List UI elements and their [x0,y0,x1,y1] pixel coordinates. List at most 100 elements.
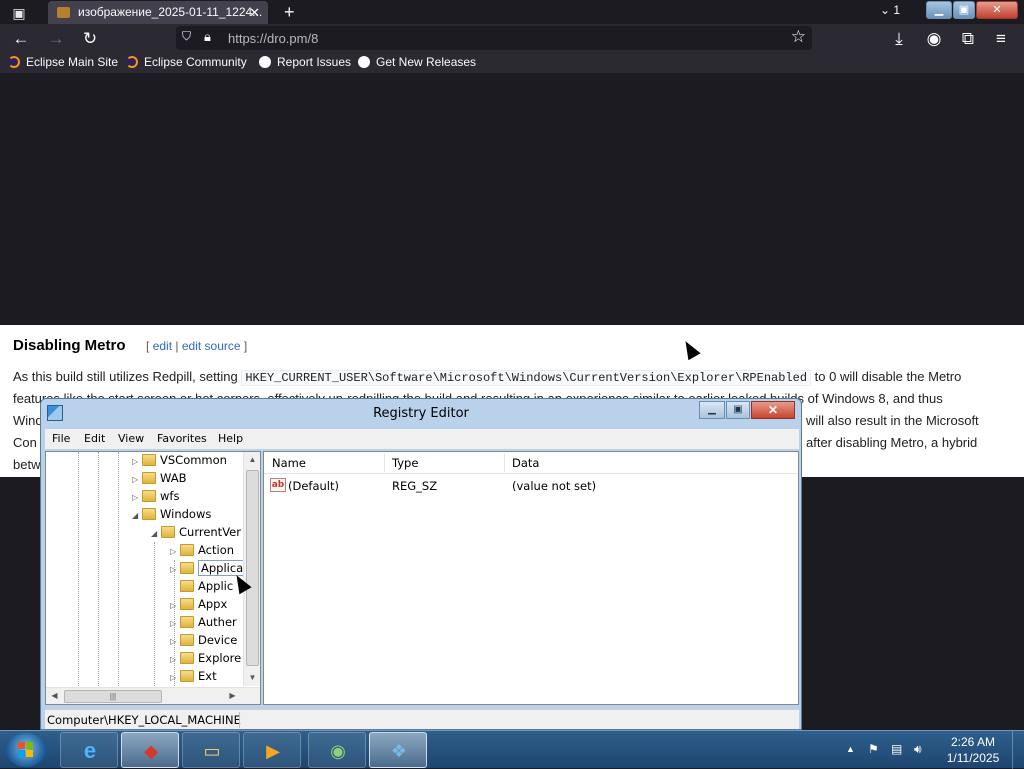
menu-file[interactable]: File [52,432,70,445]
paragraph-line-3-left: Wind [13,413,43,428]
collapse-arrow-icon[interactable]: ◢ [151,529,161,538]
tree-item[interactable]: ▷ Explore [170,651,241,669]
menu-favorites[interactable]: Favorites [157,432,207,445]
scroll-up-arrow-icon[interactable]: ▲ [244,452,260,468]
registry-value-row[interactable]: ab (Default) REG_SZ (value not set) [264,478,798,496]
3d-builder-icon: ◆ [144,741,158,761]
menu-help[interactable]: Help [218,432,243,445]
scroll-down-arrow-icon[interactable]: ▼ [244,670,260,686]
tree-item[interactable]: ▷ Device [170,633,237,651]
edit-source-link[interactable]: edit source [182,339,241,353]
registry-tree-pane[interactable]: ▷ VSCommon ▷ WAB ▷ wfs ◢ Windows ◢ CurrentVer… [45,451,261,705]
tree-item[interactable]: ▷ VSCommon [132,453,227,471]
registry-editor-window[interactable]: Registry Editor ▁ ▣ ✕ File Edit View Fav… [40,398,802,730]
expand-arrow-icon[interactable]: ▷ [170,601,180,610]
url-bar[interactable]: ⛉ 🔒︎ https://dro.pm/8 ☆ [176,26,812,50]
lock-icon[interactable]: 🔒︎ [204,29,211,45]
paragraph-line-4-left: Con [13,435,37,450]
registry-editor-titlebar[interactable]: Registry Editor ▁ ▣ ✕ [41,399,801,429]
folder-icon: ▭ [203,741,221,761]
bookmark-star-icon[interactable]: ☆ [791,27,806,47]
bookmark-label: Report Issues [277,55,352,69]
system-clock[interactable]: 2:26 AM 1/11/2025 [942,734,1004,766]
tray-overflow-arrow-icon[interactable]: ▲ [846,744,855,754]
expand-arrow-icon[interactable]: ▷ [170,619,180,628]
bookmark-eclipse-community[interactable]: Eclipse Community [126,55,247,69]
taskbar-media-player[interactable]: ▶ [243,732,301,768]
tree-item[interactable]: ▷ Action [170,543,234,561]
column-divider[interactable] [504,454,505,472]
scroll-left-arrow-icon[interactable]: ◀ [46,688,63,704]
tree-item[interactable]: ◢ Windows [132,507,211,525]
shield-icon[interactable]: ⛉ [182,29,191,44]
back-arrow-icon[interactable]: ← [10,28,32,50]
tab-list-icon[interactable]: ▣ [8,4,30,22]
expand-arrow-icon[interactable]: ▷ [132,493,142,502]
tab-overflow-indicator[interactable]: ⌄ 1 [880,3,900,17]
column-name-header[interactable]: Name [272,456,306,470]
expand-arrow-icon[interactable]: ▷ [170,565,180,574]
bookmark-report-issues[interactable]: Report Issues [259,55,351,69]
close-window-button[interactable]: ✕ [976,1,1018,19]
taskbar-3d-app[interactable]: ◆ [121,732,179,768]
maximize-window-button[interactable]: ▣ [953,1,975,19]
windows-taskbar: e ◆ ▭ ▶ ◉ ❖ ▲ ⚑ ▤ 🔊︎ 2:26 AM 1/11/2025 [0,730,1024,769]
tree-item[interactable]: ▷ wfs [132,489,179,507]
column-type-header[interactable]: Type [392,456,418,470]
tree-item[interactable]: Applic [170,579,233,597]
tree-item[interactable]: ▷ Appx [170,597,227,615]
tree-item[interactable]: ▷ Auther [170,615,237,633]
edit-link[interactable]: edit [153,339,172,353]
minimize-window-button[interactable]: ▁ [926,1,952,19]
tree-horizontal-scrollbar[interactable]: ◀ ||| ▶ [46,687,260,704]
tab-close-icon[interactable]: ✕ [249,1,260,24]
menu-view[interactable]: View [118,432,144,445]
menu-edit[interactable]: Edit [84,432,105,445]
browser-tab-active[interactable]: изображение_2025-01-11_1224... ✕ [48,1,268,24]
account-icon[interactable]: ◉ [923,28,945,50]
hamburger-menu-icon[interactable]: ≡ [990,28,1012,50]
paragraph-line-5-left: betw [13,457,41,472]
show-desktop-button[interactable] [1012,731,1024,769]
expand-arrow-icon[interactable]: ▷ [132,457,142,466]
expand-arrow-icon[interactable]: ▷ [132,475,142,484]
taskbar-registry-editor[interactable]: ❖ [369,732,427,768]
expand-arrow-icon[interactable]: ▷ [170,655,180,664]
expand-arrow-icon[interactable]: ▷ [170,673,180,682]
tree-item[interactable]: ▷ Ext [170,669,217,687]
tree-item[interactable]: ▷ WAB [132,471,187,489]
chevron-down-icon: ⌄ [880,3,891,17]
taskbar-internet-explorer[interactable]: e [60,732,118,768]
reg-close-button[interactable]: ✕ [751,401,795,419]
extensions-icon[interactable]: ⧉ [957,28,979,50]
download-icon[interactable]: ⤓ [888,28,910,50]
collapse-arrow-icon[interactable]: ◢ [132,511,142,520]
scroll-right-arrow-icon[interactable]: ▶ [224,688,241,704]
new-tab-button[interactable]: + [284,1,295,23]
url-text[interactable]: https://dro.pm/8 [228,31,318,46]
scrollbar-thumb[interactable]: ||| [64,690,162,703]
column-divider[interactable] [384,454,385,472]
paragraph-text: As this build still utilizes Redpill, se… [13,369,238,384]
status-divider [239,712,240,728]
expand-arrow-icon[interactable]: ▷ [170,637,180,646]
reg-minimize-button[interactable]: ▁ [699,401,725,419]
bookmark-eclipse-main-site[interactable]: Eclipse Main Site [8,55,118,69]
scrollbar-thumb[interactable] [246,470,259,666]
reload-icon[interactable]: ↻ [79,28,101,50]
network-icon[interactable]: ▤ [891,742,902,756]
bookmark-get-new-releases[interactable]: Get New Releases [358,55,476,69]
column-data-header[interactable]: Data [512,456,539,470]
volume-icon[interactable]: 🔊︎ [914,742,922,757]
taskbar-file-explorer[interactable]: ▭ [182,732,240,768]
expand-arrow-icon[interactable]: ▷ [170,547,180,556]
reg-maximize-button[interactable]: ▣ [726,401,750,419]
start-button[interactable] [6,733,46,767]
taskbar-network[interactable]: ◉ [308,732,366,768]
registry-values-pane[interactable]: Name Type Data ab (Default) REG_SZ (valu… [263,451,799,705]
action-center-flag-icon[interactable]: ⚑ [868,742,879,756]
tree-item[interactable]: ◢ CurrentVer [151,525,241,543]
forward-arrow-icon[interactable]: → [45,28,67,50]
tree-vertical-scrollbar[interactable]: ▲ ▼ [243,452,260,686]
folder-open-icon [161,526,175,538]
